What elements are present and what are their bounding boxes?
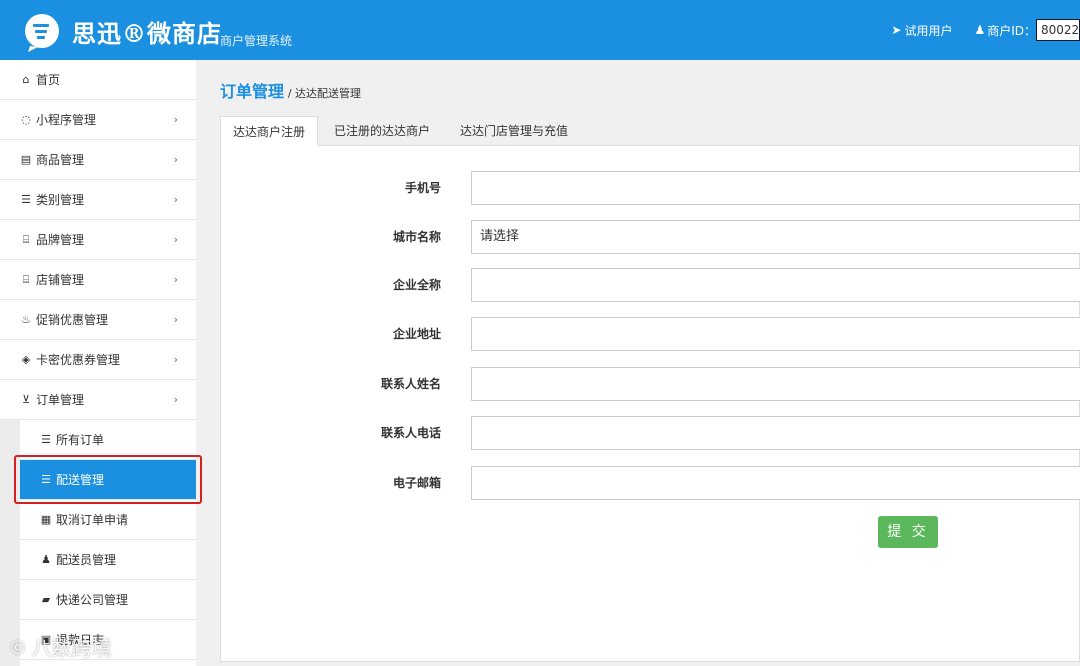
sidebar-item-label: 小程序管理: [36, 113, 97, 127]
sidebar-subitem-cancel-requests[interactable]: ▦ 取消订单申请: [20, 500, 196, 540]
sidebar-item-label: 卡密优惠券管理: [36, 353, 121, 367]
chevron-right-icon: ›: [173, 273, 178, 286]
form-row-email: 电子邮箱: [221, 466, 1080, 500]
sidebar-item-orders[interactable]: ⊻ 订单管理 ›: [0, 380, 196, 420]
sidebar-subitem-label: 快递公司管理: [56, 593, 129, 607]
list-icon: ☰: [41, 433, 51, 446]
sidebar-item-brands[interactable]: ⌸ 品牌管理 ›: [0, 220, 196, 260]
chevron-right-icon: ›: [173, 113, 178, 126]
company-name-input[interactable]: [471, 268, 1080, 302]
watermark-icon: ◎: [10, 636, 26, 657]
main-content: 订单管理 / 达达配送管理 达达商户注册 已注册的达达商户 达达门店管理与充值 …: [220, 60, 1080, 666]
card-icon: ▤: [20, 153, 32, 166]
chat-icon: ◌: [21, 113, 31, 126]
contact-name-input[interactable]: [471, 367, 1080, 401]
submit-button[interactable]: 提 交: [878, 516, 938, 548]
user-icon: ♟: [41, 553, 51, 566]
sidebar-item-coupons[interactable]: ◈ 卡密优惠券管理 ›: [0, 340, 196, 380]
contact-phone-input[interactable]: [471, 416, 1080, 450]
send-icon: ➤: [891, 23, 902, 37]
chevron-right-icon: ›: [173, 353, 178, 366]
form-row-city: 城市名称 请选择: [221, 220, 1080, 254]
sidebar-item-products[interactable]: ▤ 商品管理 ›: [0, 140, 196, 180]
chevron-right-icon: ›: [173, 313, 178, 326]
form-row-company-address: 企业地址: [221, 317, 1080, 351]
watermark: ◎ 八数跨境: [10, 632, 112, 661]
trial-user-link[interactable]: ➤ 试用用户: [891, 22, 952, 39]
city-select[interactable]: 请选择: [471, 220, 1080, 254]
grid-icon: ▦: [40, 513, 52, 526]
sidebar-item-label: 类别管理: [36, 193, 85, 207]
sidebar-item-promotions[interactable]: ♨ 促销优惠管理 ›: [0, 300, 196, 340]
tab-registered-merchants[interactable]: 已注册的达达商户: [322, 116, 442, 147]
phone-input[interactable]: [471, 171, 1080, 205]
sidebar-subitem-label: 配送员管理: [56, 553, 117, 567]
top-bar: 思迅®微商店 商户管理系统 ➤ 试用用户 ♟ 商户ID： 800226: [0, 0, 1080, 60]
contact-phone-label: 联系人电话: [380, 426, 441, 440]
truck-icon: ▰: [41, 593, 51, 606]
sidebar-item-categories[interactable]: ☰ 类别管理 ›: [0, 180, 196, 220]
list-icon: ☰: [21, 193, 31, 206]
form-row-company-name: 企业全称: [221, 268, 1080, 302]
cart-logo-icon: [25, 14, 59, 52]
tag-icon: ◈: [21, 353, 31, 366]
sidebar-subitem-couriers[interactable]: ♟ 配送员管理: [20, 540, 196, 580]
email-input[interactable]: [471, 466, 1080, 500]
sidebar-item-label: 首页: [36, 73, 61, 87]
chevron-right-icon: ›: [173, 193, 178, 206]
chevron-right-icon: ›: [173, 153, 178, 166]
fire-icon: ♨: [21, 313, 31, 326]
contact-name-label: 联系人姓名: [380, 377, 441, 391]
tab-store-management[interactable]: 达达门店管理与充值: [448, 116, 580, 147]
sidebar-item-mini-program[interactable]: ◌ 小程序管理 ›: [0, 100, 196, 140]
form-row-phone: 手机号: [221, 171, 1080, 205]
sidebar-item-label: 店铺管理: [36, 273, 85, 287]
watermark-text: 八数跨境: [31, 636, 112, 660]
sidebar-item-label: 促销优惠管理: [36, 313, 109, 327]
breadcrumb-sub: / 达达配送管理: [287, 87, 362, 100]
sidebar-item-label: 商品管理: [36, 153, 85, 167]
sidebar-item-stores[interactable]: ⌸ 店铺管理 ›: [0, 260, 196, 300]
brand-subtitle: 商户管理系统: [220, 34, 293, 48]
company-name-label: 企业全称: [392, 278, 441, 292]
sidebar-item-label: 品牌管理: [36, 233, 85, 247]
page-title: 订单管理: [220, 82, 285, 101]
tab-bar: 达达商户注册 已注册的达达商户 达达门店管理与充值: [220, 116, 1080, 147]
phone-label: 手机号: [404, 181, 441, 195]
user-group-icon: ♟: [974, 23, 986, 37]
form-row-contact-phone: 联系人电话: [221, 416, 1080, 450]
chevron-right-icon: ›: [173, 233, 178, 246]
sidebar-item-home[interactable]: ⌂ 首页: [0, 60, 196, 100]
merchant-info: ♟ 商户ID： 800226: [974, 19, 1080, 41]
form-panel: 手机号 城市名称 请选择 企业全称 企业地址 联系人姓名 联系人电话 电子邮箱 …: [220, 146, 1080, 662]
bank-icon: ⌸: [22, 232, 30, 246]
trial-user-label: 试用用户: [904, 23, 953, 38]
form-row-contact-name: 联系人姓名: [221, 367, 1080, 401]
merchant-label: 商户ID：: [987, 23, 1036, 38]
bank-icon: ⌸: [22, 272, 30, 286]
breadcrumb: 订单管理 / 达达配送管理: [220, 78, 361, 102]
email-label: 电子邮箱: [392, 476, 441, 490]
chevron-right-icon: ›: [173, 393, 178, 406]
brand-name: 思迅®微商店: [72, 19, 222, 48]
city-label: 城市名称: [392, 230, 441, 244]
sidebar-subitem-express-companies[interactable]: ▰ 快递公司管理: [20, 580, 196, 620]
merchant-id: 800226: [1036, 19, 1080, 41]
sidebar-subitem-label: 所有订单: [56, 433, 105, 447]
company-address-label: 企业地址: [392, 327, 441, 341]
sidebar-item-label: 订单管理: [36, 393, 85, 407]
sidebar-subitem-label: 取消订单申请: [56, 513, 129, 527]
sidebar-subitem-all-orders[interactable]: ☰ 所有订单: [20, 420, 196, 460]
highlight-box: [14, 455, 202, 504]
cart-icon: ⊻: [21, 393, 31, 406]
home-icon: ⌂: [22, 73, 30, 86]
company-address-input[interactable]: [471, 317, 1080, 351]
tab-dada-register[interactable]: 达达商户注册: [220, 116, 319, 147]
